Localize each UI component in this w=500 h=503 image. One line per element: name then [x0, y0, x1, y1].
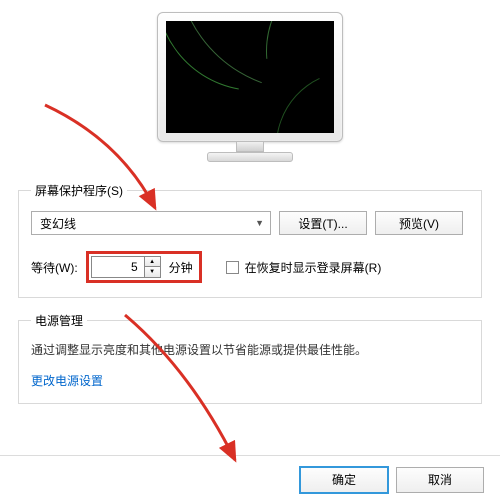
change-power-settings-link[interactable]: 更改电源设置 — [31, 374, 103, 388]
chevron-down-icon: ▼ — [255, 218, 264, 228]
screensaver-preview-screen — [166, 21, 334, 133]
power-description: 通过调整显示亮度和其他电源设置以节省能源或提供最佳性能。 — [31, 341, 469, 358]
spinner-up-button[interactable]: ▲ — [145, 257, 160, 267]
spinner-down-button[interactable]: ▼ — [145, 267, 160, 277]
resume-checkbox-label: 在恢复时显示登录屏幕(R) — [245, 259, 382, 276]
cancel-button[interactable]: 取消 — [396, 467, 484, 493]
settings-button[interactable]: 设置(T)... — [279, 211, 367, 235]
screensaver-legend: 屏幕保护程序(S) — [31, 182, 127, 199]
screensaver-select-value: 变幻线 — [40, 215, 76, 232]
highlight-box: ▲ ▼ 分钟 — [86, 251, 202, 283]
wait-spinner[interactable]: ▲ ▼ — [91, 256, 161, 278]
screensaver-preview-monitor — [18, 4, 482, 182]
power-legend: 电源管理 — [31, 312, 87, 329]
resume-checkbox[interactable] — [226, 261, 239, 274]
preview-button[interactable]: 预览(V) — [375, 211, 463, 235]
dialog-button-bar: 确定 取消 — [0, 455, 500, 503]
wait-label: 等待(W): — [31, 259, 78, 276]
screensaver-settings-panel: 屏幕保护程序(S) 变幻线 ▼ 设置(T)... 预览(V) 等待(W): ▲ … — [0, 0, 500, 503]
ok-button[interactable]: 确定 — [300, 467, 388, 493]
screensaver-fieldset: 屏幕保护程序(S) 变幻线 ▼ 设置(T)... 预览(V) 等待(W): ▲ … — [18, 182, 482, 298]
wait-unit: 分钟 — [169, 259, 193, 276]
wait-input[interactable] — [92, 257, 144, 277]
power-fieldset: 电源管理 通过调整显示亮度和其他电源设置以节省能源或提供最佳性能。 更改电源设置 — [18, 312, 482, 404]
screensaver-select[interactable]: 变幻线 ▼ — [31, 211, 271, 235]
